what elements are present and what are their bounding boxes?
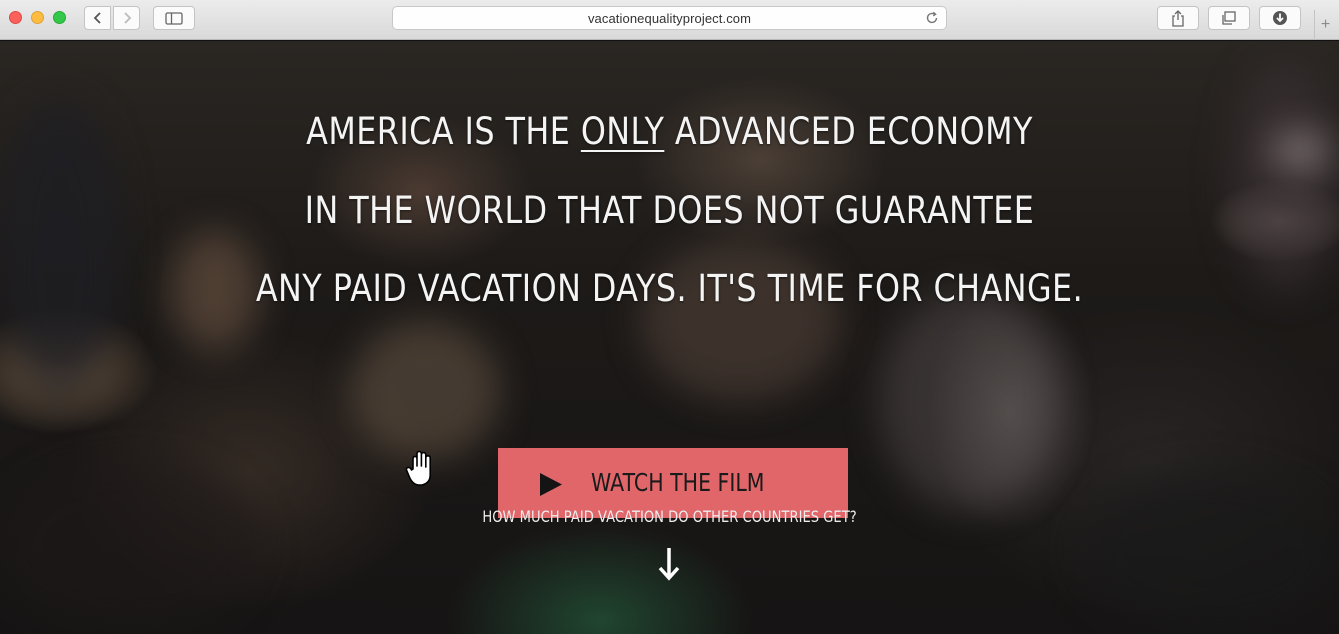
tabs-icon (1222, 11, 1236, 25)
minimize-window-button[interactable] (31, 11, 44, 24)
forward-button[interactable] (113, 6, 140, 30)
headline-line-3: ANY PAID VACATION DAYS. IT'S TIME FOR CH… (255, 267, 1084, 310)
address-bar[interactable]: vacationequalityproject.com (392, 6, 947, 30)
browser-toolbar: vacationequalityproject.com + (0, 0, 1339, 40)
reload-icon[interactable] (925, 11, 939, 25)
countries-vacation-link[interactable]: HOW MUCH PAID VACATION DO OTHER COUNTRIE… (121, 507, 1219, 526)
url-text: vacationequalityproject.com (587, 10, 752, 26)
close-window-button[interactable] (9, 11, 22, 24)
downloads-button[interactable] (1259, 6, 1301, 30)
headline-emphasis: ONLY (580, 110, 665, 153)
zoom-window-button[interactable] (53, 11, 66, 24)
headline-line-1: AMERICA IS THE ONLY ADVANCED ECONOMY (306, 110, 1033, 153)
arrow-down-icon[interactable] (658, 546, 680, 582)
watch-film-label: WATCH THE FILM (591, 468, 765, 497)
hand-pointer-icon (405, 450, 431, 486)
play-icon (540, 473, 562, 496)
share-button[interactable] (1157, 6, 1199, 30)
chevron-left-icon (93, 12, 101, 24)
chevron-right-icon (123, 12, 131, 24)
plus-icon: + (1320, 16, 1331, 33)
show-tabs-button[interactable] (1208, 6, 1250, 30)
share-icon (1172, 9, 1184, 27)
headline-line-2: IN THE WORLD THAT DOES NOT GUARANTEE (304, 189, 1035, 232)
download-icon (1273, 11, 1287, 25)
sidebar-icon (165, 11, 183, 25)
back-button[interactable] (84, 6, 111, 30)
new-tab-button[interactable]: + (1314, 10, 1336, 40)
sidebar-toggle-button[interactable] (153, 6, 195, 30)
